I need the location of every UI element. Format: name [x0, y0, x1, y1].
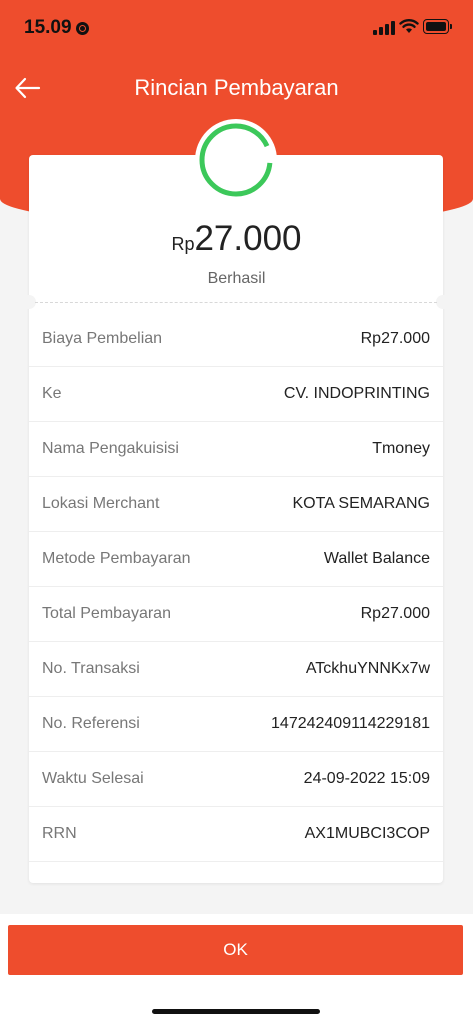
- ok-button[interactable]: OK: [8, 925, 463, 975]
- location-icon: [75, 21, 89, 35]
- home-indicator: [152, 1009, 320, 1014]
- payment-status: Berhasil: [207, 270, 266, 287]
- detail-label: Biaya Pembelian: [42, 330, 163, 347]
- detail-label: Lokasi Merchant: [42, 495, 160, 512]
- detail-value: Tmoney: [372, 440, 430, 457]
- status-time: 15.09: [24, 17, 72, 38]
- detail-row-lokasi-merchant: Lokasi Merchant KOTA SEMARANG: [29, 477, 443, 532]
- detail-label: No. Referensi: [42, 715, 140, 732]
- detail-value: 147242409114229181: [271, 715, 430, 732]
- page-title: Rincian Pembayaran: [134, 75, 339, 100]
- ticket-notch-right: [436, 295, 450, 309]
- detail-label: Nama Pengakuisisi: [42, 440, 179, 457]
- wifi-icon: [399, 19, 419, 33]
- detail-label: Ke: [42, 385, 62, 402]
- signal-icon: [373, 20, 395, 35]
- detail-row-ke: Ke CV. INDOPRINTING: [29, 367, 443, 422]
- detail-value: CV. INDOPRINTING: [283, 385, 430, 402]
- detail-value: 24-09-2022 15:09: [303, 770, 430, 787]
- status-time-group: 15.09: [24, 17, 89, 39]
- detail-label: No. Transaksi: [42, 660, 140, 677]
- success-status-circle: [195, 119, 277, 201]
- detail-label: Waktu Selesai: [42, 770, 144, 787]
- detail-value: Rp27.000: [360, 605, 430, 622]
- battery-icon: [423, 19, 452, 34]
- nav-bar: Rincian Pembayaran: [0, 60, 473, 116]
- detail-row-no-referensi: No. Referensi 147242409114229181: [29, 697, 443, 752]
- detail-row-waktu-selesai: Waktu Selesai 24-09-2022 15:09: [29, 752, 443, 807]
- amount-value: 27.000: [194, 219, 302, 258]
- detail-row-metode-pembayaran: Metode Pembayaran Wallet Balance: [29, 532, 443, 587]
- amount-currency: Rp: [171, 234, 195, 254]
- detail-label: Total Pembayaran: [42, 605, 171, 622]
- detail-label: RRN: [42, 825, 77, 842]
- ticket-notch-left: [22, 295, 36, 309]
- detail-row-biaya-pembelian: Biaya Pembelian Rp27.000: [29, 312, 443, 367]
- detail-value: Rp27.000: [360, 330, 430, 347]
- detail-value: AX1MUBCI3COP: [304, 825, 430, 842]
- status-bar: 15.09: [0, 0, 473, 56]
- detail-value: KOTA SEMARANG: [292, 495, 430, 512]
- detail-label: Metode Pembayaran: [42, 550, 191, 567]
- details-list: Biaya Pembelian Rp27.000 Ke CV. INDOPRIN…: [29, 312, 443, 862]
- dashed-divider: [35, 302, 437, 303]
- detail-row-rrn: RRN AX1MUBCI3COP: [29, 807, 443, 862]
- detail-value: ATckhuYNNKx7w: [305, 660, 430, 677]
- detail-row-no-transaksi: No. Transaksi ATckhuYNNKx7w: [29, 642, 443, 697]
- detail-row-nama-pengakuisisi: Nama Pengakuisisi Tmoney: [29, 422, 443, 477]
- amount-display: Rp27.000: [0, 219, 473, 259]
- detail-value: Wallet Balance: [323, 550, 430, 567]
- success-progress-icon: [199, 123, 273, 197]
- detail-row-total-pembayaran: Total Pembayaran Rp27.000: [29, 587, 443, 642]
